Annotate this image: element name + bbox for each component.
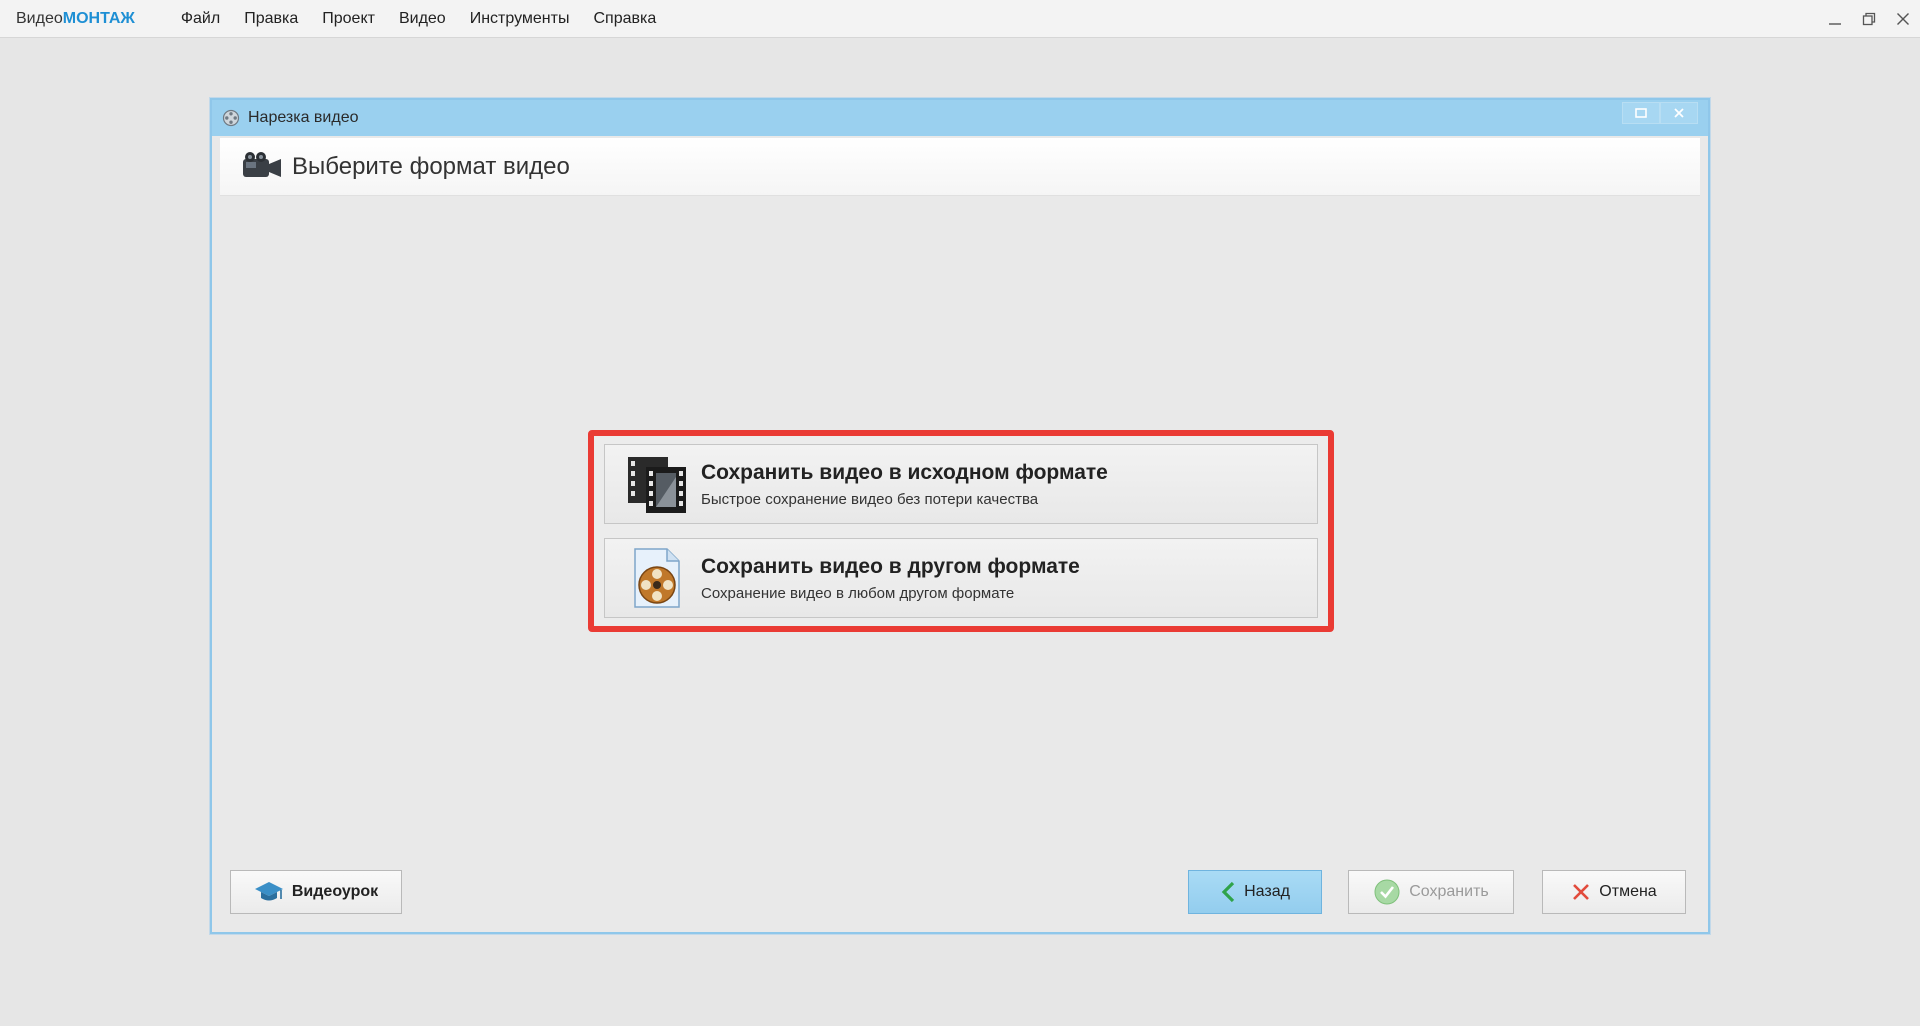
dialog-header: Выберите формат видео <box>220 138 1700 196</box>
cut-video-dialog: Нарезка видео Выберите формат видео Сохр… <box>210 98 1710 934</box>
dialog-close-button[interactable] <box>1660 102 1698 124</box>
close-icon <box>1674 108 1684 118</box>
close-window-button[interactable] <box>1886 0 1920 38</box>
app-logo-part1: Видео <box>16 9 63 27</box>
menu-tools[interactable]: Инструменты <box>458 0 582 38</box>
menu-video[interactable]: Видео <box>387 0 458 38</box>
options-highlight-frame: Сохранить видео в исходном формате Быстр… <box>588 430 1334 632</box>
restore-button[interactable] <box>1852 0 1886 38</box>
close-icon <box>1897 13 1909 25</box>
save-button[interactable]: Сохранить <box>1348 870 1514 914</box>
dialog-title: Нарезка видео <box>248 109 359 126</box>
app-logo: ВидеоМОНТАЖ <box>16 10 135 28</box>
option-description: Быстрое сохранение видео без потери каче… <box>701 490 1039 508</box>
save-label: Сохранить <box>1409 883 1489 900</box>
film-frames-icon <box>625 452 689 516</box>
restore-icon <box>1862 12 1876 26</box>
dialog-titlebar[interactable]: Нарезка видео <box>212 100 1708 136</box>
close-icon <box>1571 882 1591 902</box>
cancel-button[interactable]: Отмена <box>1542 870 1686 914</box>
graduation-cap-icon <box>254 880 284 904</box>
save-original-format-option[interactable]: Сохранить видео в исходном формате Быстр… <box>604 444 1318 524</box>
back-label: Назад <box>1244 883 1290 900</box>
film-reel-small-icon <box>220 107 242 129</box>
film-reel-icon <box>625 546 689 610</box>
chevron-left-icon <box>1220 881 1236 903</box>
save-other-format-option[interactable]: Сохранить видео в другом формате Сохране… <box>604 538 1318 618</box>
menu-edit[interactable]: Правка <box>232 0 310 38</box>
video-tutorial-button[interactable]: Видеоурок <box>230 870 402 914</box>
option-description: Сохранение видео в любом другом формате <box>701 584 1015 602</box>
video-camera-icon <box>240 149 284 185</box>
option-title: Сохранить видео в другом формате <box>701 554 1080 578</box>
maximize-icon <box>1635 108 1647 118</box>
minimize-button[interactable] <box>1818 0 1852 38</box>
video-tutorial-label: Видеоурок <box>291 883 379 900</box>
menu-file[interactable]: Файл <box>169 0 232 38</box>
dialog-maximize-button[interactable] <box>1622 102 1660 124</box>
option-title: Сохранить видео в исходном формате <box>701 460 1108 484</box>
app-menu-bar: ВидеоМОНТАЖ Файл Правка Проект Видео Инс… <box>0 0 1920 38</box>
menu-help[interactable]: Справка <box>581 0 668 38</box>
dialog-controls <box>1622 102 1698 124</box>
cancel-label: Отмена <box>1599 883 1657 900</box>
app-logo-part2: МОНТАЖ <box>62 9 135 27</box>
minimize-icon <box>1829 23 1841 25</box>
check-circle-icon <box>1373 878 1401 906</box>
menu-project[interactable]: Проект <box>310 0 387 38</box>
page-title: Выберите формат видео <box>292 152 570 180</box>
back-button[interactable]: Назад <box>1188 870 1322 914</box>
window-controls <box>1818 0 1920 38</box>
